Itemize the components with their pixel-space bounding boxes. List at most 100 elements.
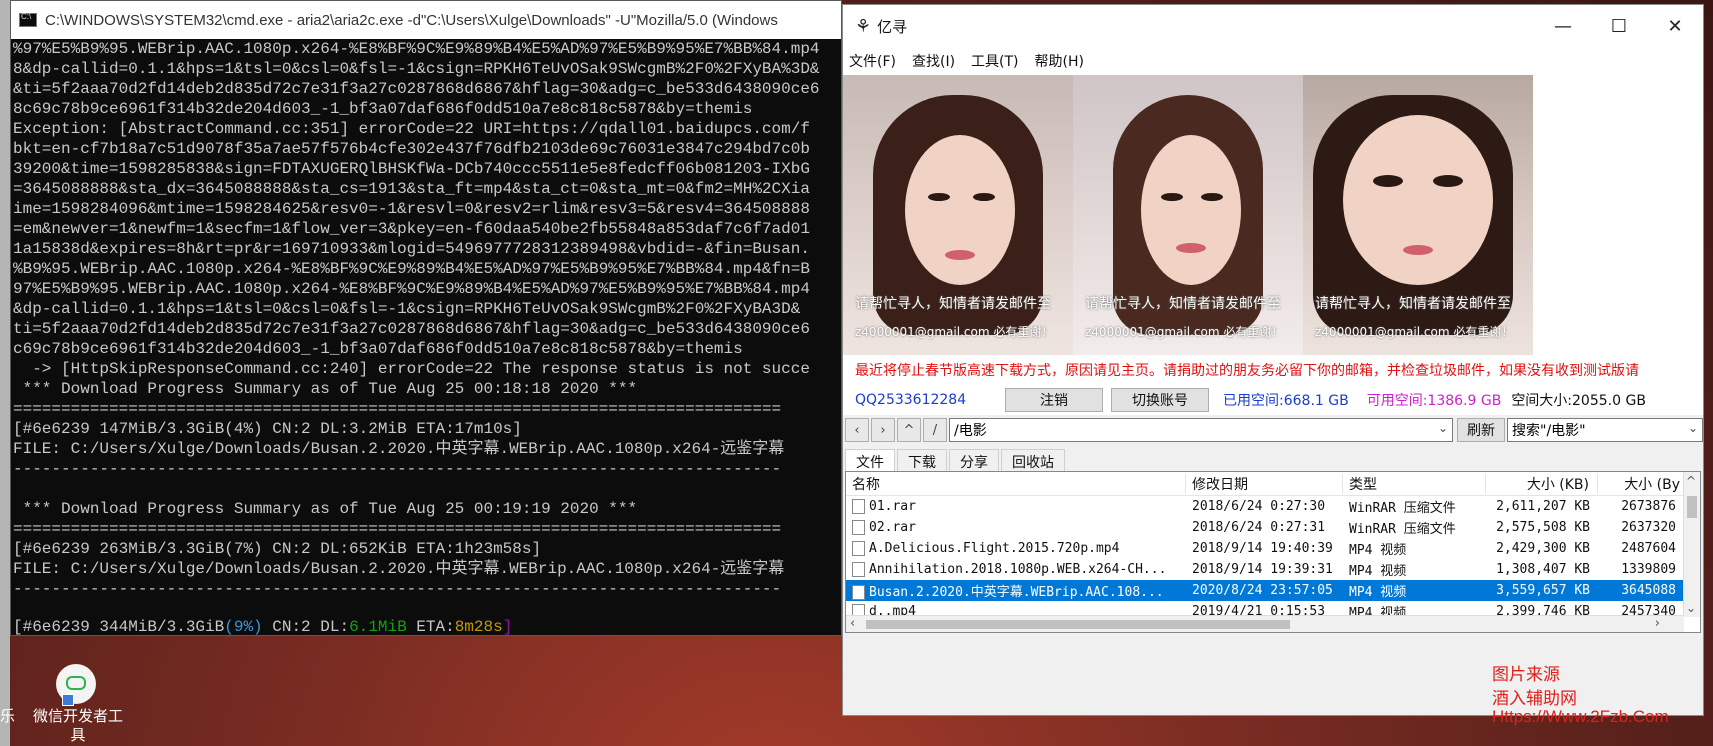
back-button[interactable]: ‹ — [845, 418, 869, 442]
cmd-line: ----------------------------------------… — [13, 460, 782, 478]
file-list-header: 名称 修改日期 类型 大小 (KB) 大小 (By — [846, 472, 1700, 496]
menu-bar: 文件(F) 查找(I) 工具(T) 帮助(H) — [843, 47, 1703, 75]
ad-email: z4000001@gmail.com 必有重谢！ — [1315, 325, 1514, 339]
cmd-line: 8&dp-callid=0.1.1&hps=1&tsl=0&csl=0&fsl=… — [13, 60, 820, 78]
file-name: Annihilation.2018.1080p.WEB.x264-CH... — [846, 562, 1186, 577]
file-row[interactable]: 01.rar 2018/6/24 0:27:30 WinRAR 压缩文件 2,611,… — [846, 496, 1700, 517]
watermark-line-3: Https://Www.2Fzb.Com — [1492, 707, 1669, 726]
cmd-line: bkt=en-cf7b18a7c51d9078f35a7ae57f576b4cf… — [13, 140, 810, 158]
menu-help[interactable]: 帮助(H) — [1035, 51, 1084, 71]
path-dropdown-icon[interactable]: ⌄ — [1438, 421, 1448, 435]
tab-bar: 文件 下载 分享 回收站 — [843, 447, 1703, 473]
file-size-bytes: 2487604 — [1621, 541, 1676, 556]
cmd-line: Exception: [AbstractCommand.cc:351] erro… — [13, 120, 810, 138]
tab-files[interactable]: 文件 — [845, 449, 895, 473]
used-space: 已用空间:668.1 GB — [1223, 393, 1349, 409]
vertical-scroll-thumb[interactable] — [1687, 496, 1697, 518]
up-button[interactable]: ^ — [897, 418, 921, 442]
minimize-button[interactable]: — — [1535, 5, 1591, 47]
ad-image-3[interactable]: 请帮忙寻人，知情者请发邮件至 z4000001@gmail.com 必有重谢！ — [1303, 75, 1533, 355]
ad-caption: 请帮忙寻人，知情者请发邮件至 — [1085, 296, 1281, 312]
cmd-window[interactable]: C:\WINDOWS\SYSTEM32\cmd.exe - aria2\aria… — [10, 0, 842, 636]
logout-button[interactable]: 注销 — [1005, 388, 1103, 412]
file-size-kb: 2,611,207 KB — [1496, 499, 1590, 514]
cmd-line: ========================================… — [13, 520, 782, 538]
file-list[interactable]: 名称 修改日期 类型 大小 (KB) 大小 (By 01.rar 2018/6/2… — [845, 471, 1701, 633]
watermark-line-2: 酒入辅助网 — [1492, 689, 1577, 708]
file-size-kb: 2,575,508 KB — [1496, 520, 1590, 535]
column-size-kb[interactable]: 大小 (KB) — [1486, 473, 1598, 494]
cmd-line: [#6e6239 147MiB/3.3GiB(4%) CN:2 DL:3.2Mi… — [13, 420, 522, 438]
file-date: 2018/6/24 0:27:31 — [1192, 520, 1326, 535]
refresh-button[interactable]: 刷新 — [1457, 418, 1505, 442]
video-file-icon — [852, 562, 865, 577]
status-eta: 8m28s — [454, 618, 503, 636]
menu-file[interactable]: 文件(F) — [849, 51, 896, 71]
menu-find[interactable]: 查找(I) — [912, 51, 955, 71]
file-row[interactable]: Annihilation.2018.1080p.WEB.x264-CH... 20… — [846, 559, 1700, 580]
column-date[interactable]: 修改日期 — [1186, 473, 1343, 494]
search-dropdown-icon[interactable]: ⌄ — [1688, 421, 1698, 435]
close-button[interactable]: ✕ — [1647, 5, 1703, 47]
maximize-button[interactable]: ☐ — [1591, 5, 1647, 47]
total-space: 空间大小:2055.0 GB — [1511, 393, 1646, 409]
switch-account-button[interactable]: 切换账号 — [1111, 388, 1209, 412]
column-name[interactable]: 名称 — [846, 473, 1186, 494]
file-type: MP4 视频 — [1349, 543, 1407, 558]
wechat-devtools-glyph-icon — [56, 664, 96, 706]
path-input[interactable]: /电影 ⌄ — [949, 418, 1453, 442]
ad-image-2[interactable]: 请帮忙寻人，知情者请发邮件至 z4000001@gmail.com 必有重谢！ — [1073, 75, 1303, 355]
file-row[interactable]: A.Delicious.Flight.2015.720p.mp4 2018/9/1… — [846, 538, 1700, 559]
file-row[interactable]: 02.rar 2018/6/24 0:27:31 WinRAR 压缩文件 2,575,… — [846, 517, 1700, 538]
notice-text: 最近将停止春节版高速下载方式，原因请见主页。请捐助过的朋友务必留下你的邮箱，并检… — [843, 355, 1703, 385]
wechat-devtools-label: 微信开发者工 — [32, 708, 123, 725]
cmd-line: 1a15838d&expires=8h&rt=pr&r=169710933&ml… — [13, 240, 810, 258]
file-date: 2020/8/24 23:57:05 — [1192, 583, 1333, 598]
vertical-scrollbar[interactable]: ^ ⌄ — [1683, 472, 1700, 617]
cmd-line: ti=5f2aaa70d2fd14deb2d835d72c7e31f3a27c0… — [13, 320, 810, 338]
file-row[interactable]: Busan.2.2020.中英字幕.WEBrip.AAC.108... 2020/… — [846, 580, 1700, 601]
search-input[interactable]: 搜索"/电影" ⌄ — [1507, 418, 1703, 442]
cmd-line: c69c78b9ce6961f314b32de204d603_-1_bf3a07… — [13, 340, 743, 358]
app-titlebar[interactable]: ⚘ 亿寻 — ☐ ✕ — [843, 5, 1703, 47]
tab-share[interactable]: 分享 — [949, 449, 999, 473]
cmd-line: &dp-callid=0.1.1&hps=1&tsl=0&csl=0&fsl=-… — [13, 300, 801, 318]
file-type: MP4 视频 — [1349, 564, 1407, 579]
ad-banner: 请帮忙寻人，知情者请发邮件至 z4000001@gmail.com 必有重谢！ … — [843, 75, 1703, 355]
app-title: 亿寻 — [877, 17, 908, 36]
cmd-line: 97%E5%B9%95.WEBrip.AAC.1080p.x264-%E8%BF… — [13, 280, 810, 298]
cmd-line: [#6e6239 263MiB/3.3GiB(7%) CN:2 DL:652Ki… — [13, 540, 542, 558]
horizontal-scrollbar[interactable]: ‹ › — [846, 615, 1684, 632]
ad-email: z4000001@gmail.com 必有重谢！ — [855, 325, 1054, 339]
root-button[interactable]: / — [923, 418, 947, 442]
yixun-window[interactable]: ⚘ 亿寻 — ☐ ✕ 文件(F) 查找(I) 工具(T) 帮助(H) 请帮忙寻人… — [842, 4, 1704, 716]
file-name-text: 01.rar — [869, 499, 916, 514]
file-date: 2018/9/14 19:39:31 — [1192, 562, 1333, 577]
file-rows: 01.rar 2018/6/24 0:27:30 WinRAR 压缩文件 2,611,… — [846, 496, 1700, 622]
tab-recycle-bin[interactable]: 回收站 — [1001, 449, 1065, 473]
account-bar: QQ2533612284 注销 切换账号 已用空间:668.1 GB 可用空间:… — [843, 385, 1703, 415]
cmd-line: %97%E5%B9%95.WEBrip.AAC.1080p.x264-%E8%B… — [13, 40, 820, 58]
horizontal-scroll-thumb[interactable] — [866, 620, 1290, 629]
cmd-output[interactable]: %97%E5%B9%95.WEBrip.AAC.1080p.x264-%E8%B… — [11, 39, 841, 619]
cmd-line: ime=1598284096&mtime=1598284625&resv0=-1… — [13, 200, 810, 218]
ad-caption: 请帮忙寻人，知情者请发邮件至 — [1315, 296, 1511, 312]
ad-image-1[interactable]: 请帮忙寻人，知情者请发邮件至 z4000001@gmail.com 必有重谢！ — [843, 75, 1073, 355]
tab-downloads[interactable]: 下载 — [897, 449, 947, 473]
cmd-titlebar[interactable]: C:\WINDOWS\SYSTEM32\cmd.exe - aria2\aria… — [11, 1, 841, 39]
cmd-line: ========================================… — [13, 400, 782, 418]
cmd-line: =em&newver=1&newfm=1&secfm=1&flow_ver=3&… — [13, 220, 810, 238]
desktop-left-label: 乐 — [0, 708, 14, 725]
file-size-bytes: 2673876 — [1621, 499, 1676, 514]
file-name: Busan.2.2020.中英字幕.WEBrip.AAC.108... — [846, 581, 1186, 600]
column-type[interactable]: 类型 — [1343, 473, 1486, 494]
ad-email: z4000001@gmail.com 必有重谢！ — [1085, 325, 1284, 339]
forward-button[interactable]: › — [871, 418, 895, 442]
status-close: ] — [502, 618, 513, 636]
menu-tools[interactable]: 工具(T) — [971, 51, 1018, 71]
cmd-app-icon — [19, 12, 37, 27]
file-name: 02.rar — [846, 520, 1186, 535]
video-file-icon — [852, 585, 865, 600]
watermark-line-1: 图片来源 — [1492, 665, 1560, 684]
column-size-bytes[interactable]: 大小 (By — [1598, 474, 1684, 494]
